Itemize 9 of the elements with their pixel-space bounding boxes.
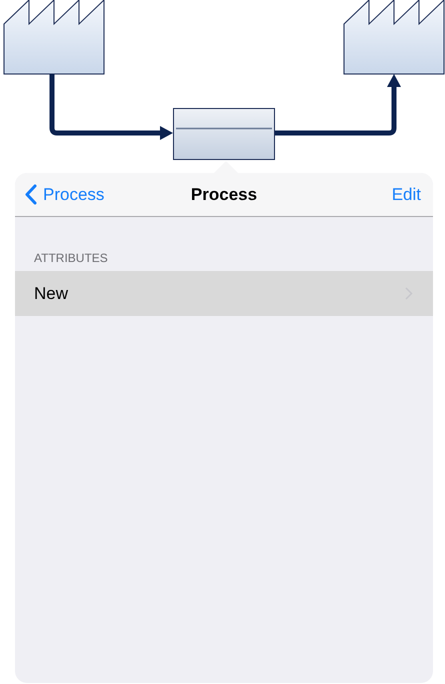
factory-icon [4,0,104,74]
back-button[interactable]: Process [25,184,104,205]
section-header: ATTRIBUTES [33,250,109,267]
factory-icon [344,0,444,74]
process-box[interactable] [173,108,275,160]
list-row[interactable]: New [15,271,433,316]
chevron-left-icon [25,184,37,205]
navigation-title: Process [190,184,258,204]
edit-button[interactable]: Edit [392,184,421,204]
